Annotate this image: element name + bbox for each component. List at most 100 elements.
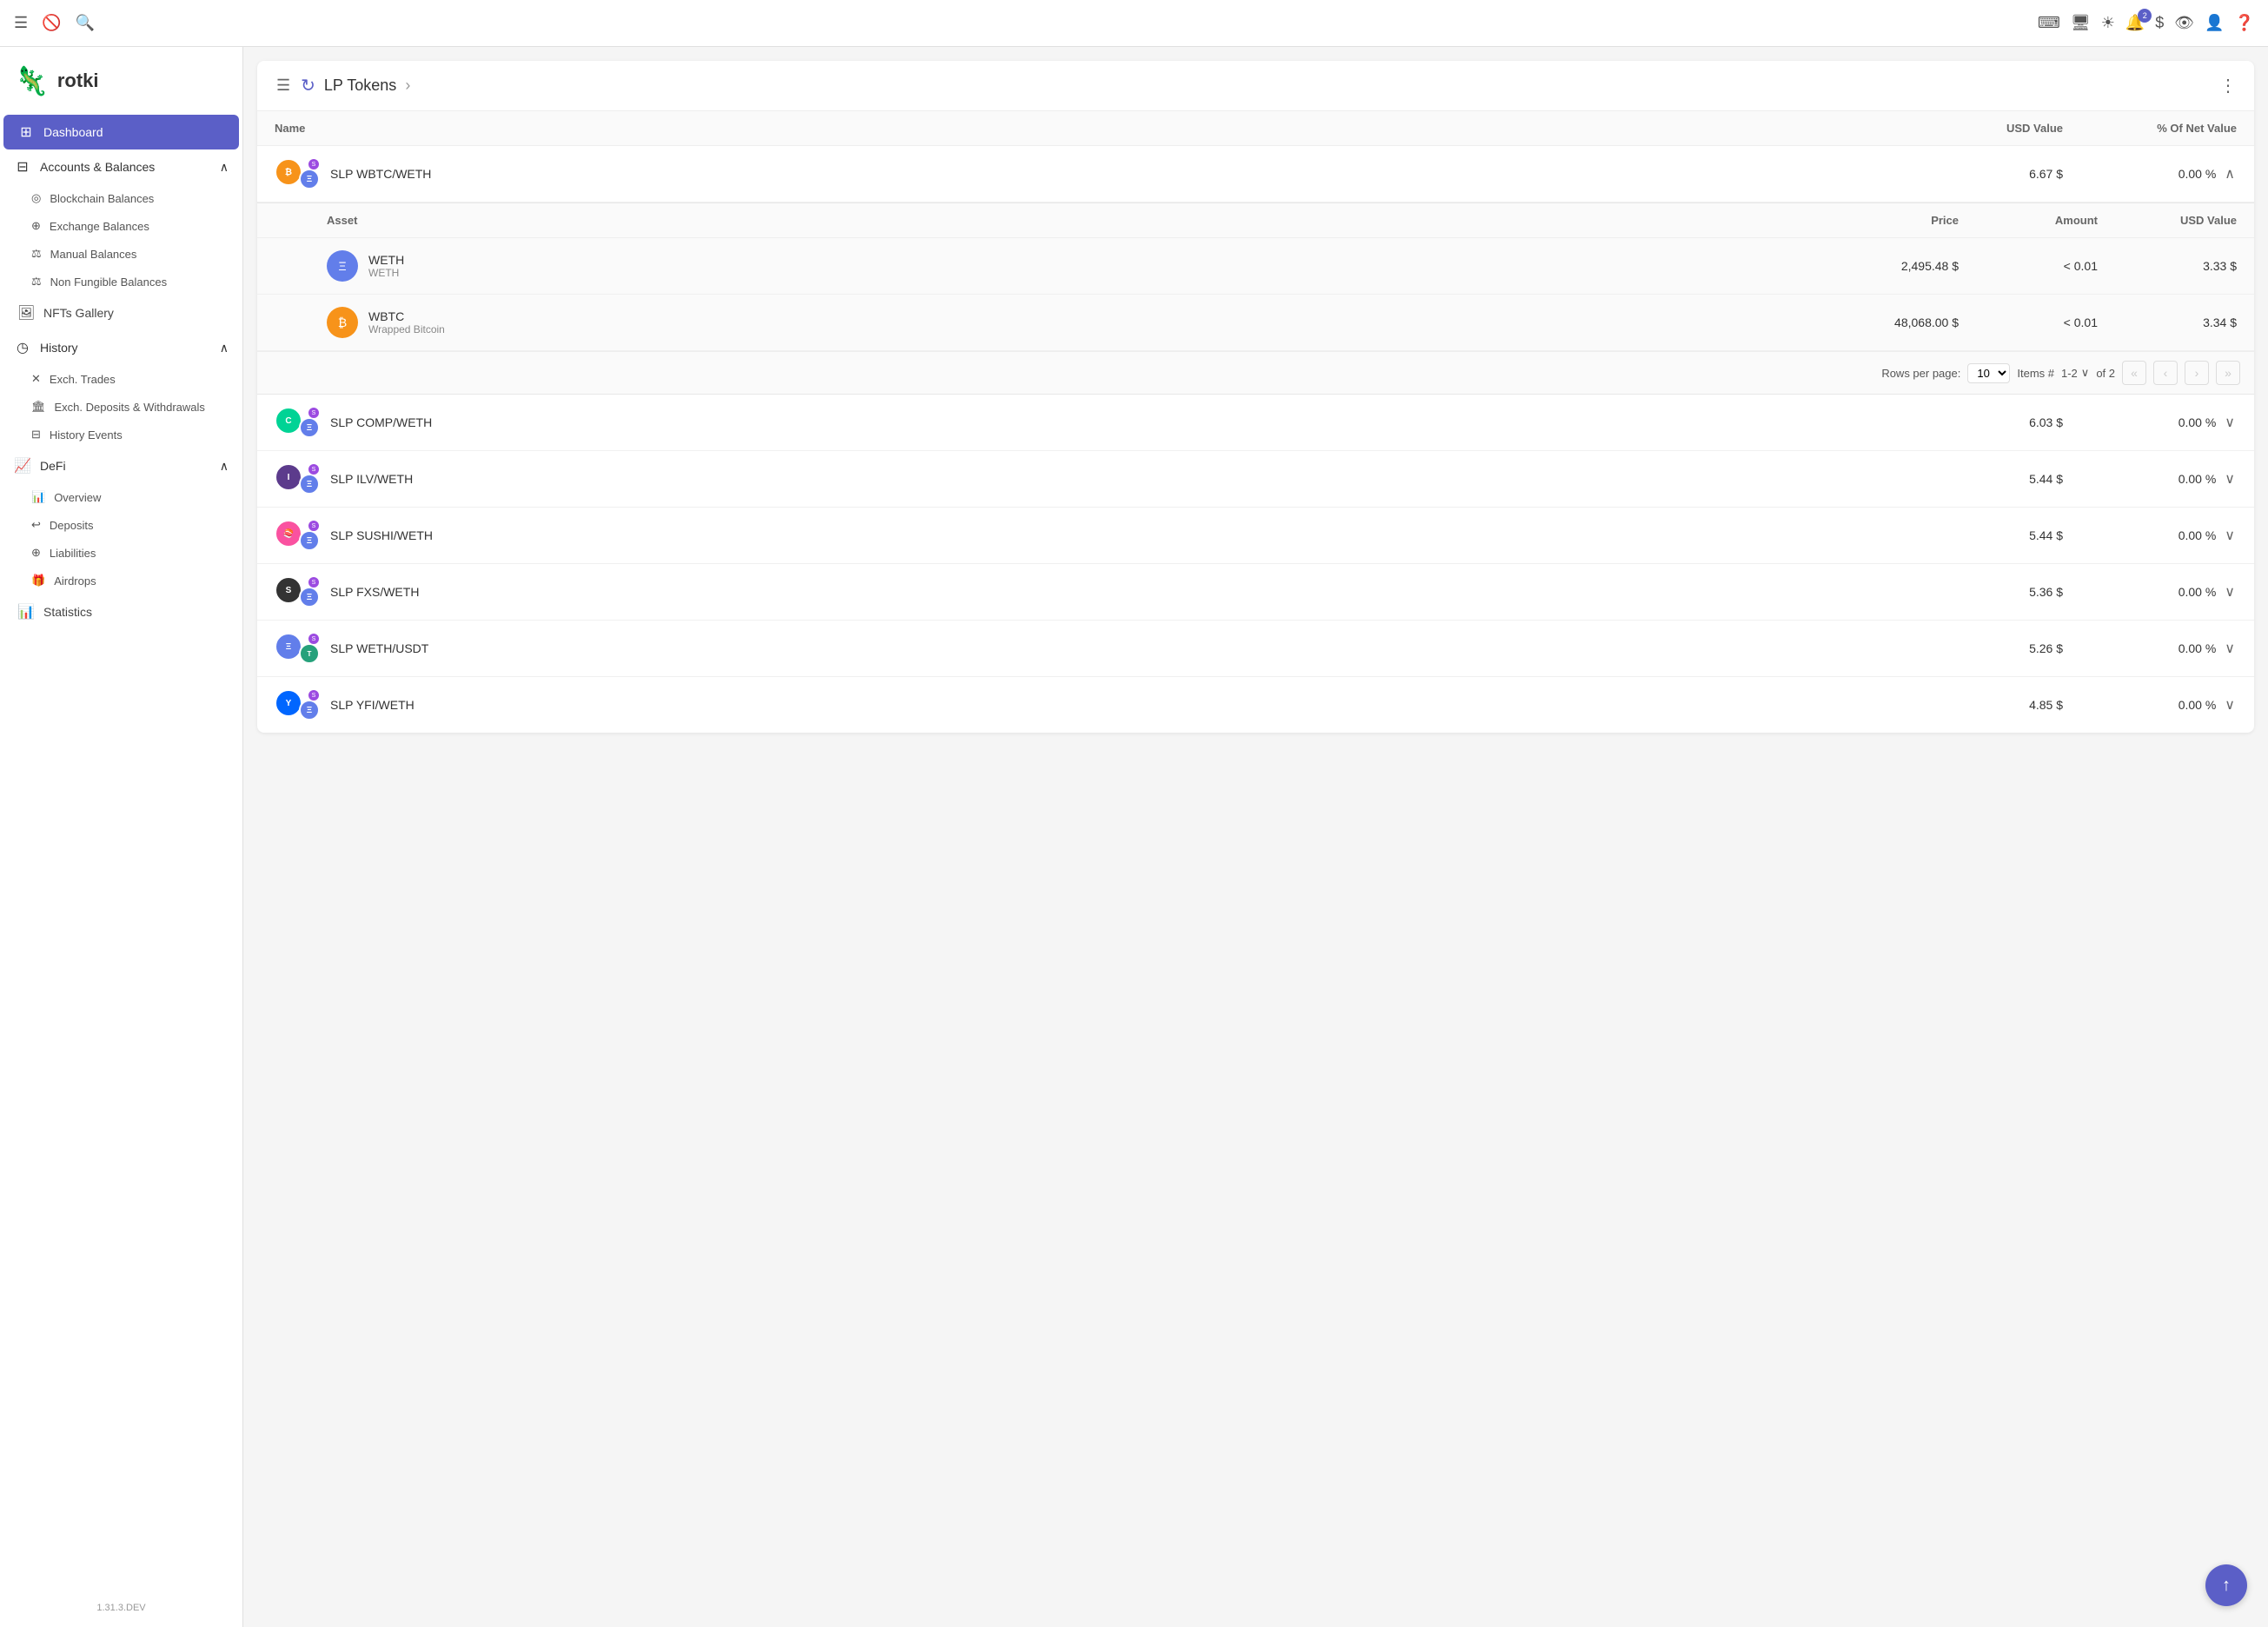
lp-table-header: Name USD Value % Of Net Value	[257, 111, 2254, 146]
sidebar-item-label: Airdrops	[54, 574, 96, 588]
expand-row-button[interactable]: ∨	[2223, 525, 2237, 546]
lp-name: SLP COMP/WETH	[330, 415, 432, 429]
sidebar-item-dashboard[interactable]: ⊞ Dashboard	[3, 115, 239, 149]
topbar-right: ⌨ 🖥 ☀ 🔔 2 $ 👁 👤 ❓	[2038, 14, 2254, 32]
prev-page-button[interactable]: ‹	[2153, 361, 2178, 385]
sidebar-item-history-events[interactable]: ⊟ History Events	[0, 421, 242, 448]
help-icon[interactable]: ❓	[2235, 14, 2254, 32]
wbtc-name-cell: ₿ WBTC Wrapped Bitcoin	[327, 307, 1802, 338]
menu-icon[interactable]: ☰	[14, 14, 28, 32]
sidebar-item-exchange-balances[interactable]: ⊕ Exchange Balances	[0, 212, 242, 240]
refresh-icon[interactable]: ↻	[301, 75, 315, 96]
currency-icon[interactable]: $	[2155, 14, 2164, 32]
sidebar-item-liabilities[interactable]: ⊕ Liabilities	[0, 539, 242, 567]
wbtc-usd-value: 3.34 $	[2098, 315, 2237, 329]
wbtc-amount: < 0.01	[1959, 315, 2098, 329]
expand-row-button[interactable]: ∨	[2223, 638, 2237, 659]
of-label: of 2	[2096, 367, 2115, 380]
events-icon: ⊟	[31, 428, 41, 442]
monitor-icon[interactable]: 🖥	[2071, 14, 2091, 32]
next-page-button[interactable]: ›	[2185, 361, 2209, 385]
token-icon-primary: C	[275, 407, 302, 435]
sidebar-item-nfts-gallery[interactable]: 🖼 NFTs Gallery	[3, 296, 239, 330]
lp-name: SLP YFI/WETH	[330, 698, 414, 712]
statistics-icon: 📊	[17, 603, 35, 621]
expand-row-button[interactable]: ∨	[2223, 412, 2237, 433]
sidebar-item-airdrops[interactable]: 🎁 Airdrops	[0, 567, 242, 594]
gallery-icon: 🖼	[17, 304, 35, 322]
lp-pct-cell: 0.00 % ∨	[2063, 638, 2237, 659]
dashboard-icon: ⊞	[17, 123, 35, 141]
lp-usd-value: 5.26 $	[1889, 641, 2063, 655]
sidebar-item-label: Overview	[54, 491, 101, 504]
lp-row-sushi-weth: 🍣 Ξ S SLP SUSHI/WETH 5.44 $ 0.00 % ∨	[257, 508, 2254, 564]
collapse-row-button[interactable]: ∧	[2223, 163, 2237, 184]
sidebar-item-label: Exch. Trades	[50, 373, 116, 386]
user-icon[interactable]: 👤	[2205, 14, 2224, 32]
sub-table-pagination: Rows per page: 10 Items # 1-2 ∨ of 2 « ‹…	[257, 351, 2254, 394]
asset-name-cell: ₿ Ξ S SLP WBTC/WETH	[275, 158, 1889, 189]
logo-icon: 🦎	[14, 64, 49, 97]
chevron-up-icon: ∧	[220, 160, 229, 175]
wbtc-price: 48,068.00 $	[1802, 315, 1959, 329]
lp-usd-value: 6.03 $	[1889, 415, 2063, 429]
first-page-button[interactable]: «	[2122, 361, 2146, 385]
sidebar-version: 1.31.3.DEV	[0, 1589, 242, 1627]
asset-name-cell: Ξ T S SLP WETH/USDT	[275, 633, 1889, 664]
lp-name: SLP WETH/USDT	[330, 641, 428, 655]
accounts-icon: ⊟	[14, 158, 31, 176]
lp-pct-cell: 0.00 % ∨	[2063, 694, 2237, 715]
last-page-button[interactable]: »	[2216, 361, 2240, 385]
sidebar-item-deposits[interactable]: ↩ Deposits	[0, 511, 242, 539]
token-icons: 🍣 Ξ S	[275, 520, 320, 551]
lp-pct: 0.00 %	[2178, 167, 2217, 181]
asset-name-cell: I Ξ S SLP ILV/WETH	[275, 463, 1889, 495]
sidebar-item-label: Manual Balances	[50, 248, 137, 261]
lp-usd-value: 4.85 $	[1889, 698, 2063, 712]
scroll-to-top-button[interactable]: ↑	[2205, 1564, 2247, 1606]
sidebar-item-accounts-balances[interactable]: ⊟ Accounts & Balances ∧	[0, 149, 242, 184]
col-usd-value: USD Value	[1889, 122, 2063, 135]
code-icon[interactable]: ⌨	[2038, 14, 2060, 32]
collapse-panel-button[interactable]: ☰	[275, 75, 292, 96]
lp-row-fxs-weth: S Ξ S SLP FXS/WETH 5.36 $ 0.00 % ∨	[257, 564, 2254, 621]
sidebar-item-non-fungible-balances[interactable]: ⚖ Non Fungible Balances	[0, 268, 242, 296]
topbar: ☰ 🚫 🔍 ⌨ 🖥 ☀ 🔔 2 $ 👁 👤 ❓	[0, 0, 2268, 47]
lp-name: SLP FXS/WETH	[330, 585, 419, 599]
asset-name-cell: C Ξ S SLP COMP/WETH	[275, 407, 1889, 438]
lp-usd-value: 6.67 $	[1889, 167, 2063, 181]
lp-tokens-panel: ☰ ↻ LP Tokens › ⋮ Name USD Value % Of Ne…	[257, 61, 2254, 733]
search-icon[interactable]: 🔍	[76, 14, 95, 32]
token-icon-primary: ₿	[275, 158, 302, 186]
sidebar-item-exch-trades[interactable]: ✕ Exch. Trades	[0, 365, 242, 393]
lp-pct: 0.00 %	[2178, 585, 2217, 599]
theme-icon[interactable]: ☀	[2101, 14, 2115, 32]
sidebar-item-label: DeFi	[40, 459, 66, 473]
col-amount: Amount	[1959, 214, 2098, 227]
breadcrumb-arrow-icon: ›	[405, 76, 410, 95]
slp-badge: S	[308, 407, 320, 419]
sidebar-item-manual-balances[interactable]: ⚖ Manual Balances	[0, 240, 242, 268]
no-ads-icon[interactable]: 🚫	[42, 14, 61, 32]
notifications-icon[interactable]: 🔔 2	[2125, 14, 2145, 32]
expand-row-button[interactable]: ∨	[2223, 694, 2237, 715]
sidebar-item-overview[interactable]: 📊 Overview	[0, 483, 242, 511]
token-icons: S Ξ S	[275, 576, 320, 608]
sidebar-item-exch-deposits[interactable]: 🏛 Exch. Deposits & Withdrawals	[0, 393, 242, 421]
manual-icon: ⚖	[31, 247, 42, 261]
rows-per-page-select[interactable]: 10	[1967, 363, 2010, 383]
asset-table-header: Asset Price Amount USD Value	[257, 203, 2254, 238]
sidebar-item-history[interactable]: ◷ History ∧	[0, 330, 242, 365]
sidebar-item-blockchain-balances[interactable]: ◎ Blockchain Balances	[0, 184, 242, 212]
token-icon-primary: Y	[275, 689, 302, 717]
eye-icon[interactable]: 👁	[2174, 14, 2194, 32]
token-icons: Y Ξ S	[275, 689, 320, 721]
panel-header-left: ☰ ↻ LP Tokens ›	[275, 75, 410, 96]
lp-pct-cell: 0.00 % ∨	[2063, 525, 2237, 546]
sidebar-item-defi[interactable]: 📈 DeFi ∧	[0, 448, 242, 483]
panel-options-button[interactable]: ⋮	[2219, 75, 2237, 96]
sidebar-item-statistics[interactable]: 📊 Statistics	[3, 594, 239, 629]
expand-row-button[interactable]: ∨	[2223, 581, 2237, 602]
expand-row-button[interactable]: ∨	[2223, 468, 2237, 489]
token-icon-primary: S	[275, 576, 302, 604]
